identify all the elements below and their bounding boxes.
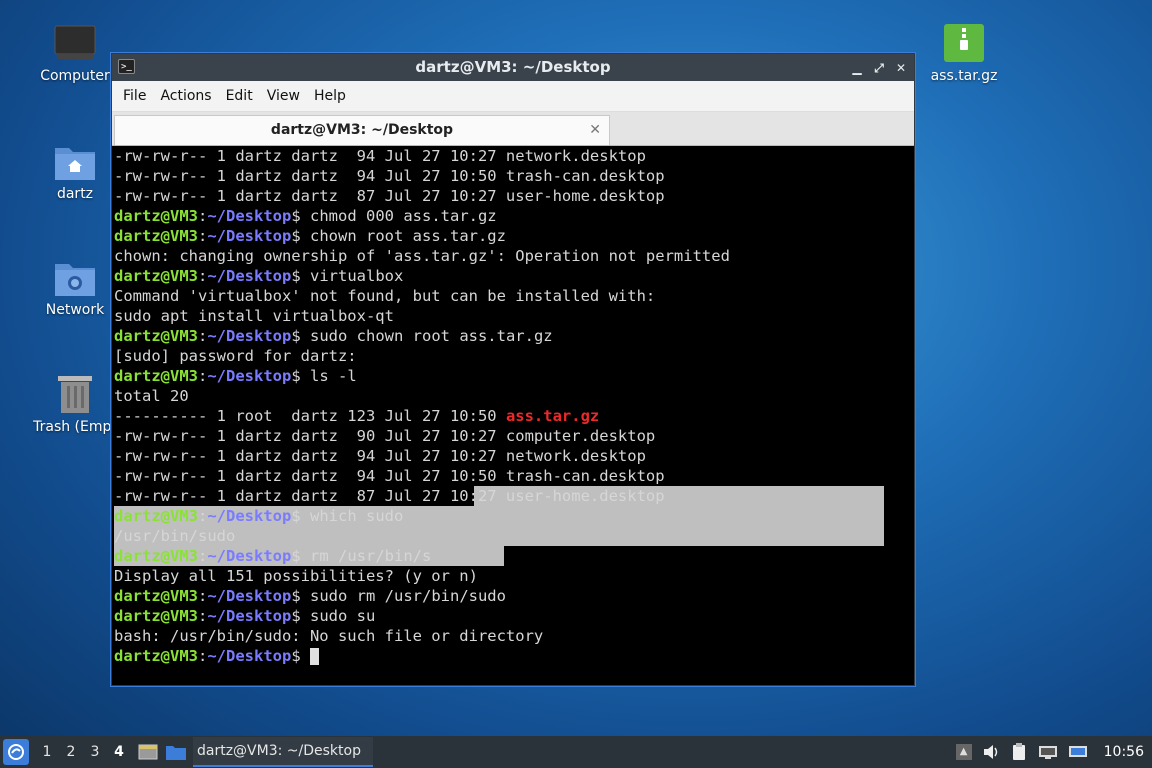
- terminal-line: /usr/bin/sudo: [114, 527, 236, 545]
- home-folder-icon: [55, 148, 95, 180]
- terminal-line: ---------- 1 root dartz 123 Jul 27 10:50…: [114, 407, 600, 425]
- terminal-line: -rw-rw-r-- 1 dartz dartz 87 Jul 27 10:27…: [114, 187, 665, 205]
- menu-actions[interactable]: Actions: [153, 88, 218, 104]
- terminal-line: Display all 151 possibilities? (y or n): [114, 567, 478, 585]
- terminal-window[interactable]: >_ dartz@VM3: ~/Desktop ▁ ⤢ ✕ File Actio…: [111, 53, 915, 686]
- terminal-line: -rw-rw-r-- 1 dartz dartz 94 Jul 27 10:50…: [114, 167, 665, 185]
- terminal-prompt-line: dartz@VM3:~/Desktop$ rm /usr/bin/s: [114, 547, 432, 565]
- window-title: dartz@VM3: ~/Desktop: [415, 58, 611, 76]
- menubar: File Actions Edit View Help: [112, 81, 914, 112]
- display-icon[interactable]: [1068, 744, 1088, 760]
- eject-icon[interactable]: ▲: [955, 744, 972, 760]
- terminal-prompt-line: dartz@VM3:~/Desktop$ sudo chown root ass…: [114, 327, 553, 345]
- desktop-icon-label: ass.tar.gz: [930, 68, 998, 84]
- terminal-cursor: [310, 648, 320, 665]
- terminal-line: -rw-rw-r-- 1 dartz dartz 94 Jul 27 10:50…: [114, 467, 665, 485]
- terminal-output[interactable]: -rw-rw-r-- 1 dartz dartz 94 Jul 27 10:27…: [114, 146, 910, 681]
- system-tray: ▲ 10:56: [955, 736, 1152, 768]
- terminal-line: -rw-rw-r-- 1 dartz dartz 94 Jul 27 10:27…: [114, 147, 646, 165]
- workspace-2[interactable]: 2: [59, 744, 83, 760]
- desktop-icon-archive[interactable]: ass.tar.gz: [916, 24, 1012, 84]
- terminal-prompt-line: dartz@VM3:~/Desktop$ ls -l: [114, 367, 357, 385]
- task-label: dartz@VM3: ~/Desktop: [197, 743, 361, 759]
- terminal-prompt-line[interactable]: dartz@VM3:~/Desktop$: [114, 646, 910, 666]
- start-menu-button[interactable]: [3, 739, 29, 765]
- network-folder-icon: [55, 264, 95, 296]
- terminal-prompt-line: dartz@VM3:~/Desktop$ virtualbox: [114, 267, 404, 285]
- lubuntu-logo-icon: [8, 744, 24, 760]
- taskbar: 1 2 3 4 dartz@VM3: ~/Desktop ▲ 10:56: [0, 736, 1152, 768]
- terminal-line: chown: changing ownership of 'ass.tar.gz…: [114, 247, 730, 265]
- clipboard-icon[interactable]: [1010, 743, 1028, 761]
- terminal-line: Command 'virtualbox' not found, but can …: [114, 287, 656, 305]
- terminal-prompt-line: dartz@VM3:~/Desktop$ sudo rm /usr/bin/su…: [114, 587, 506, 605]
- tab-label: dartz@VM3: ~/Desktop: [270, 122, 454, 138]
- menu-view[interactable]: View: [260, 88, 307, 104]
- volume-icon[interactable]: [982, 744, 1000, 760]
- terminal-line: bash: /usr/bin/sudo: No such file or dir…: [114, 627, 544, 645]
- terminal-line: -rw-rw-r-- 1 dartz dartz 90 Jul 27 10:27…: [114, 427, 656, 445]
- workspace-3[interactable]: 3: [83, 744, 107, 760]
- terminal-prompt-line: dartz@VM3:~/Desktop$ chown root ass.tar.…: [114, 227, 506, 245]
- desktop-icon-label: dartz: [56, 186, 94, 202]
- desktop-icon-computer[interactable]: Computer: [27, 24, 123, 84]
- menu-help[interactable]: Help: [307, 88, 353, 104]
- clock[interactable]: 10:56: [1104, 744, 1144, 760]
- terminal-line: -rw-rw-r-- 1 dartz dartz 94 Jul 27 10:27…: [114, 447, 646, 465]
- terminal-prompt-line: dartz@VM3:~/Desktop$ which sudo: [114, 507, 404, 525]
- taskbar-terminal-task[interactable]: dartz@VM3: ~/Desktop: [193, 737, 373, 767]
- archive-icon: [944, 24, 984, 62]
- menu-edit[interactable]: Edit: [219, 88, 260, 104]
- tab-close-icon[interactable]: ✕: [589, 116, 601, 144]
- terminal-app-icon: >_: [118, 59, 135, 74]
- terminal-line: -rw-rw-r-- 1 dartz dartz 87 Jul 27 10:27…: [114, 487, 665, 505]
- desktop-icon-label: Computer: [40, 68, 110, 84]
- show-desktop-icon[interactable]: [137, 742, 159, 762]
- network-status-icon[interactable]: [1038, 744, 1058, 760]
- desktop-icon-label: Network: [45, 302, 105, 318]
- desktop-icon-network[interactable]: Network: [27, 258, 123, 318]
- file-manager-icon[interactable]: [165, 742, 187, 762]
- terminal-tab[interactable]: dartz@VM3: ~/Desktop ✕: [114, 115, 610, 145]
- terminal-line: [sudo] password for dartz:: [114, 347, 357, 365]
- terminal-line: total 20: [114, 387, 189, 405]
- maximize-button[interactable]: ⤢: [872, 61, 886, 75]
- workspace-4[interactable]: 4: [107, 744, 131, 760]
- workspace-1[interactable]: 1: [35, 744, 59, 760]
- terminal-line: sudo apt install virtualbox-qt: [114, 307, 394, 325]
- trash-icon: [58, 376, 92, 413]
- desktop-icon-home[interactable]: dartz: [27, 142, 123, 202]
- menu-file[interactable]: File: [116, 88, 153, 104]
- desktop-icon-trash[interactable]: Trash (Empt: [27, 373, 123, 435]
- terminal-prompt-line: dartz@VM3:~/Desktop$ sudo su: [114, 607, 376, 625]
- terminal-prompt-line: dartz@VM3:~/Desktop$ chmod 000 ass.tar.g…: [114, 207, 497, 225]
- computer-icon: [54, 25, 96, 59]
- desktop-icon-label: Trash (Empt: [33, 419, 117, 435]
- window-titlebar[interactable]: >_ dartz@VM3: ~/Desktop ▁ ⤢ ✕: [112, 54, 914, 81]
- close-button[interactable]: ✕: [894, 61, 908, 75]
- minimize-button[interactable]: ▁: [850, 61, 864, 75]
- tab-bar: dartz@VM3: ~/Desktop ✕: [112, 112, 914, 146]
